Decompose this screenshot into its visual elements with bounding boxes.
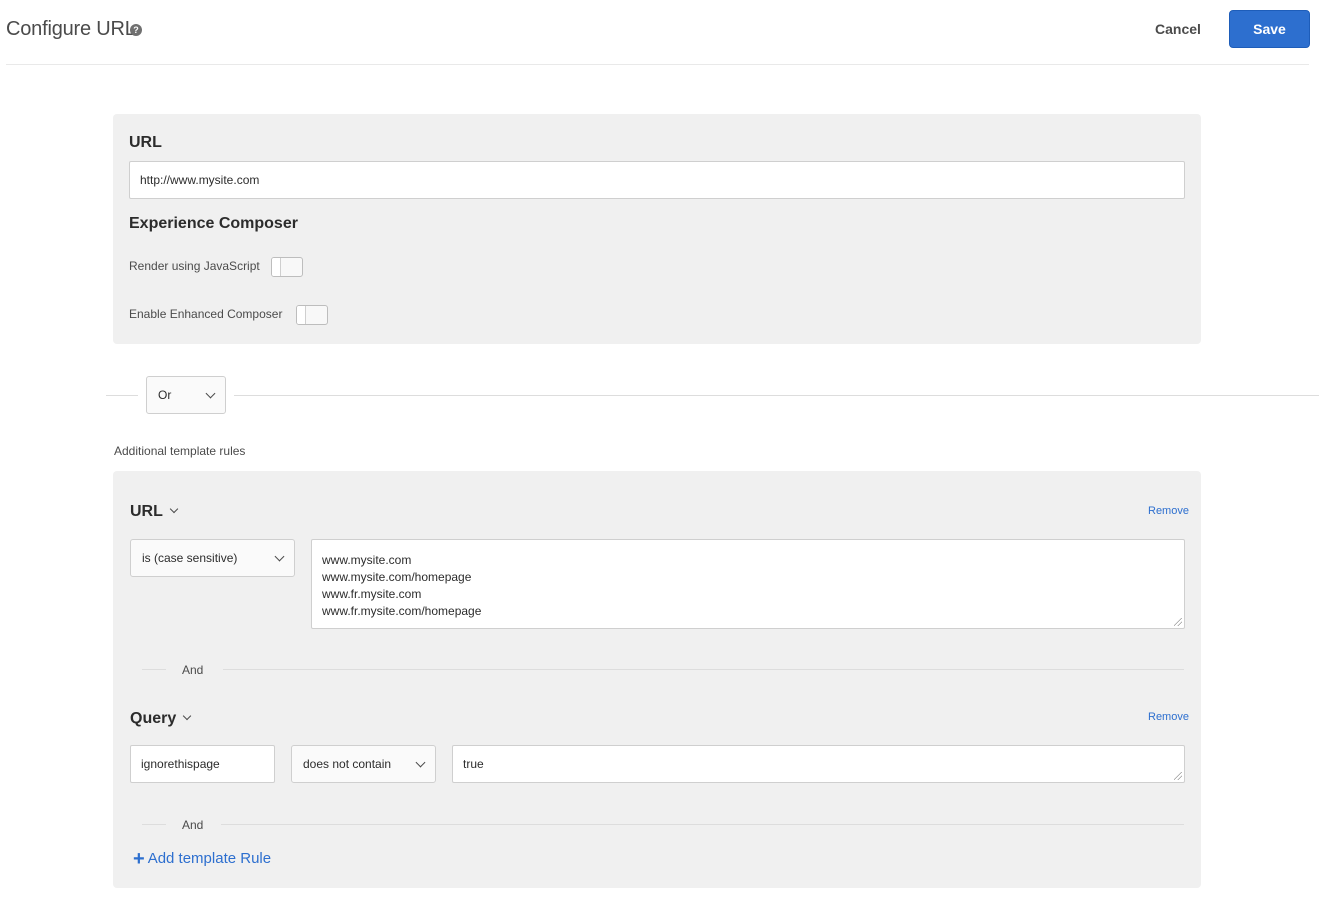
chevron-down-icon	[169, 504, 179, 514]
save-button[interactable]: Save	[1229, 10, 1310, 48]
or-combinator-value: Or	[158, 388, 172, 402]
or-combinator-select[interactable]: Or	[146, 376, 226, 414]
url-panel: URL http://www.mysite.com Experience Com…	[113, 114, 1201, 344]
render-javascript-toggle[interactable]	[271, 257, 303, 277]
experience-composer-heading: Experience Composer	[129, 215, 298, 232]
page-title: Configure URL	[6, 18, 136, 40]
plus-icon: +	[133, 847, 145, 870]
enhanced-composer-label: Enable Enhanced Composer	[129, 307, 283, 321]
page-header: Configure URL ? Cancel Save	[0, 0, 1319, 66]
and-label: And	[182, 818, 204, 832]
url-input[interactable]: http://www.mysite.com	[129, 161, 1185, 199]
url-rule-remove-link[interactable]: Remove	[1148, 505, 1189, 517]
url-value-line: www.mysite.com	[322, 553, 412, 567]
add-template-rule-label: Add template Rule	[147, 850, 272, 867]
combinator-divider-right	[234, 395, 1319, 396]
additional-rules-heading: Additional template rules	[114, 444, 246, 458]
query-param-input[interactable]: ignorethispage	[130, 745, 275, 783]
query-rule-remove-link[interactable]: Remove	[1148, 711, 1189, 723]
chevron-down-icon	[274, 551, 285, 561]
query-rule-operator-select[interactable]: does not contain	[291, 745, 436, 783]
and-divider-right	[223, 669, 1184, 670]
chevron-down-icon	[183, 711, 192, 721]
toggle-knob	[297, 306, 306, 324]
enhanced-composer-toggle[interactable]	[296, 305, 328, 325]
question-circle-icon[interactable]: ?	[130, 24, 142, 36]
url-rule-values-textarea[interactable]: www.mysite.com www.mysite.com/homepage w…	[311, 539, 1185, 629]
and-divider-left	[142, 824, 166, 825]
query-value-textarea[interactable]: true	[452, 745, 1185, 783]
template-rules-panel: URL Remove is (case sensitive) www.mysit…	[113, 471, 1201, 888]
query-rule-field-label: Query	[130, 710, 177, 727]
query-value-text: true	[463, 757, 484, 771]
url-rule-field-select[interactable]: URL	[130, 503, 179, 521]
query-rule-operator-value: does not contain	[303, 757, 392, 771]
resize-grip-icon[interactable]	[1174, 618, 1182, 626]
and-label: And	[182, 663, 204, 677]
resize-grip-icon[interactable]	[1174, 772, 1182, 780]
url-rule-operator-value: is (case sensitive)	[142, 551, 238, 565]
header-divider	[6, 64, 1309, 65]
cancel-button[interactable]: Cancel	[1150, 18, 1206, 40]
query-rule-field-select[interactable]: Query	[130, 710, 192, 728]
url-value-line: www.fr.mysite.com/homepage	[322, 604, 482, 618]
render-javascript-label: Render using JavaScript	[129, 259, 260, 273]
url-rule-field-label: URL	[130, 503, 163, 520]
and-divider-left	[142, 669, 166, 670]
chevron-down-icon	[205, 388, 216, 398]
url-value-line: www.mysite.com/homepage	[322, 570, 472, 584]
toggle-knob	[272, 258, 281, 276]
combinator-divider-left	[106, 395, 138, 396]
url-rule-operator-select[interactable]: is (case sensitive)	[130, 539, 295, 577]
and-divider-right	[221, 824, 1184, 825]
chevron-down-icon	[415, 757, 426, 767]
url-heading: URL	[129, 134, 162, 151]
add-template-rule-button[interactable]: + Add template Rule	[133, 847, 272, 870]
url-value-line: www.fr.mysite.com	[322, 587, 422, 601]
